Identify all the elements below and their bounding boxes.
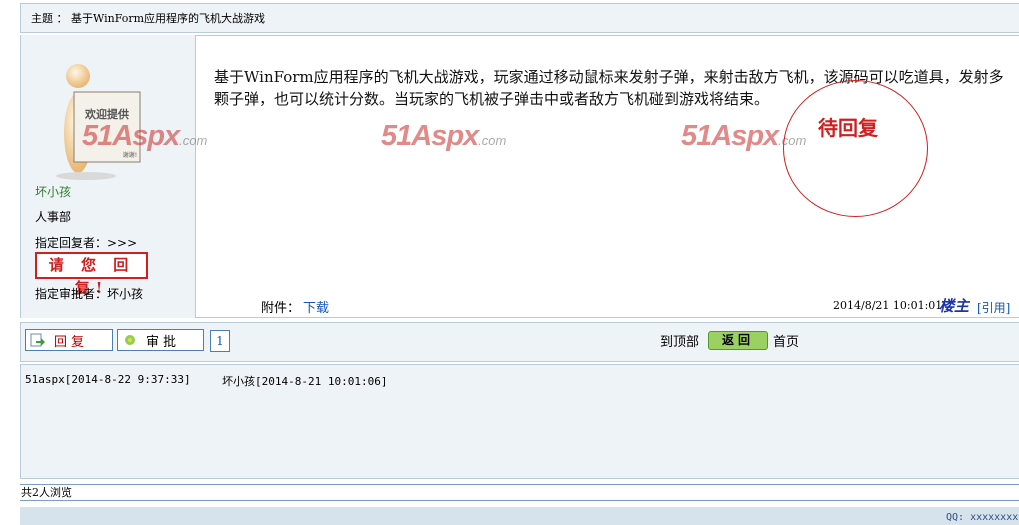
- page-number-button[interactable]: 1: [210, 330, 230, 352]
- post-time: 2014/8/21 10:01:01: [833, 299, 943, 312]
- reply-button-label: 回复: [54, 334, 89, 350]
- author-name[interactable]: 坏小孩: [35, 183, 71, 200]
- footer-qq: QQ: xxxxxxxx: [946, 512, 1019, 523]
- topic-label: 主题: [31, 12, 53, 25]
- to-top-label: 到顶部: [660, 335, 700, 350]
- approve-button[interactable]: 审批: [117, 329, 204, 351]
- reply-button[interactable]: 回复: [25, 329, 113, 351]
- topic-text: 基于WinForm应用程序的飞机大战游戏: [71, 12, 266, 25]
- attachment-download-link[interactable]: 下载: [303, 297, 329, 316]
- pending-reply-stamp: [783, 80, 928, 217]
- watermark-logo: 51Aspx.com: [381, 120, 507, 152]
- please-reply-badge: 请 您 回 复!: [35, 252, 148, 297]
- topic-title: 主题 ： 基于WinForm应用程序的飞机大战游戏: [31, 10, 265, 26]
- designated-replier: 指定回复者：>>>: [35, 236, 138, 250]
- avatar-sign-text: 欢迎提供: [84, 107, 129, 121]
- footer-bar: [20, 507, 1019, 525]
- pending-reply-stamp-text: 待回复: [818, 116, 878, 140]
- author-department: 人事部: [35, 210, 72, 224]
- reply-icon: [30, 333, 45, 347]
- quote-link[interactable]: [引用]: [977, 299, 1010, 316]
- home-link[interactable]: 首页: [773, 331, 799, 350]
- avatar: 欢迎提供 谢谢!: [56, 64, 141, 180]
- watermark-logo: 51Aspx.com: [82, 120, 208, 152]
- view-log-entry: 坏小孩[2014-8-21 10:01:06]: [222, 375, 388, 388]
- thread-owner-badge: 楼主: [939, 297, 970, 315]
- topic-separator: ：: [56, 12, 68, 25]
- approve-button-label: 审批: [146, 334, 181, 350]
- designated-approver: 指定审批者：坏小孩: [35, 287, 144, 301]
- approve-icon: [125, 335, 135, 345]
- back-button[interactable]: 返回: [708, 331, 768, 350]
- view-log-entry: 51aspx[2014-8-22 9:37:33]: [25, 373, 191, 386]
- attachment-label: 附件：: [261, 301, 301, 316]
- viewer-count: 共2人浏览: [20, 484, 1019, 501]
